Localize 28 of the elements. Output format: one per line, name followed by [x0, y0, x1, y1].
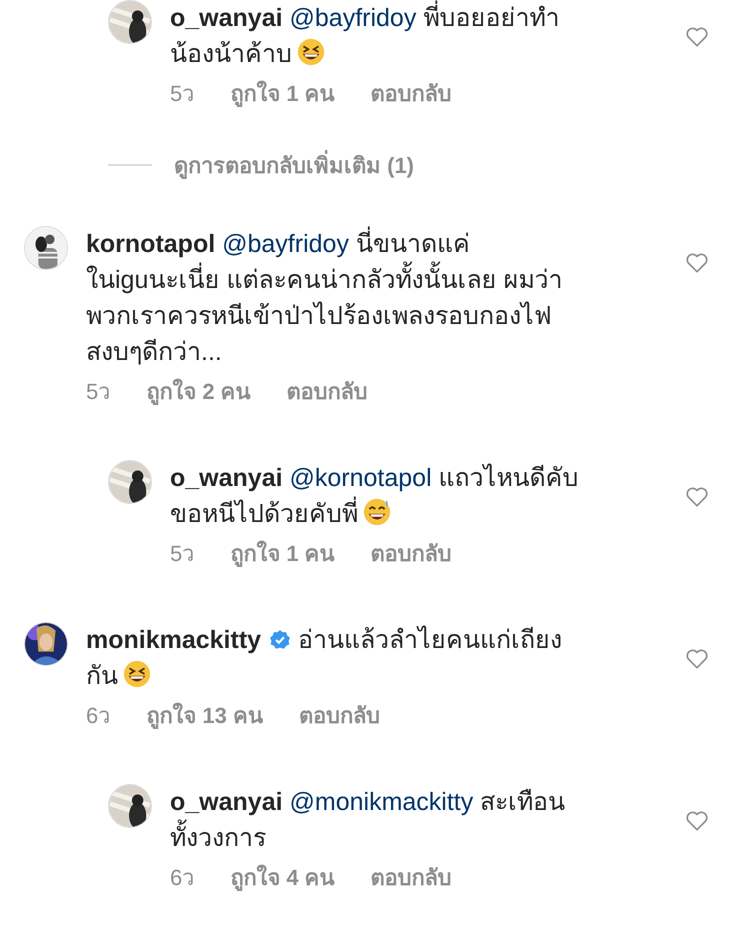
reply-button[interactable]: ตอบกลับ	[370, 540, 452, 568]
mention-link[interactable]: @kornotapol	[290, 464, 432, 492]
mention-link[interactable]: @bayfridoy	[222, 230, 349, 258]
laughing-face-icon	[122, 659, 152, 689]
comment-age: 6ว	[170, 864, 194, 892]
laughing-face-icon	[296, 37, 326, 67]
reply-button[interactable]: ตอบกลับ	[298, 702, 380, 730]
view-more-replies-link[interactable]: ดูการตอบกลับเพิ่มเติม (1)	[174, 148, 414, 182]
comment-age: 5ว	[170, 80, 194, 108]
comment-text: monikmackitty อ่านแล้วลำไยคนแก่เถียง กัน	[86, 624, 564, 692]
like-count[interactable]: ถูกใจ 2 คน	[146, 378, 251, 406]
mention-link[interactable]: @bayfridoy	[290, 4, 416, 32]
comment-text: o_wanyai @bayfridoy พี่บอยอย่าทำ น้องน้าค้าบ	[170, 0, 684, 72]
comment-age: 6ว	[86, 702, 110, 730]
reply-button[interactable]: ตอบกลับ	[370, 864, 452, 892]
comment-age: 5ว	[170, 540, 194, 568]
mention-link[interactable]: @monikmackitty	[290, 788, 474, 816]
comment-text: o_wanyai @monikmackitty สะเทือน ทั้งวงการ	[170, 787, 566, 854]
comment-text: kornotapol @bayfridoy นี่ขนาดแค่ ในiguนะเนี่ย แต่ละคนน่ากลัวทั้งนั้นเลย ผมว่า พวกเราควรหนีเข้าป่าไปร้องเพลงรอบกองไฟ สงบๆดีกว่า...	[86, 226, 684, 370]
like-count[interactable]: ถูกใจ 1 คน	[230, 80, 335, 108]
reply-button[interactable]: ตอบกลับ	[370, 80, 452, 108]
like-count[interactable]: ถูกใจ 1 คน	[230, 540, 335, 568]
like-count[interactable]: ถูกใจ 4 คน	[230, 864, 335, 892]
sweat-smile-icon	[362, 497, 392, 527]
comment-age: 5ว	[86, 378, 110, 406]
comment-text: o_wanyai @kornotapol แถวไหนดีคับ ขอหนีไปด้วยคับพี่	[170, 462, 580, 530]
reply-button[interactable]: ตอบกลับ	[286, 378, 368, 406]
like-count[interactable]: ถูกใจ 13 คน	[146, 702, 263, 730]
